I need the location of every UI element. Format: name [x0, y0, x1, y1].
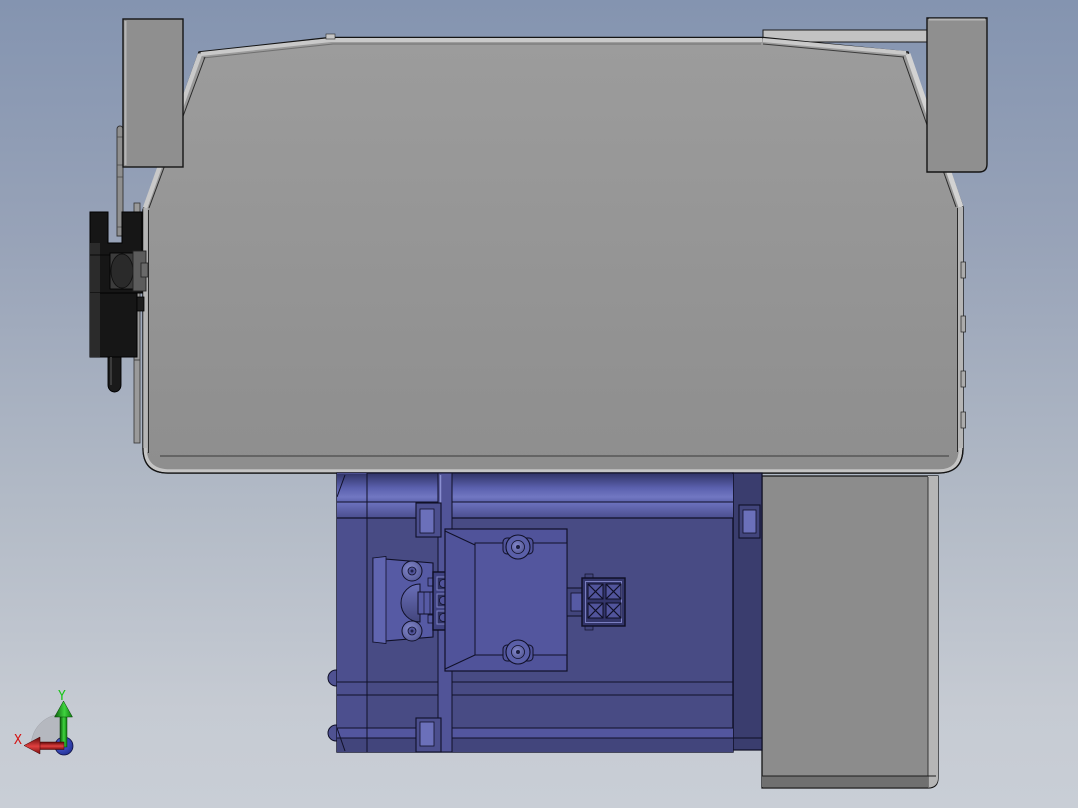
x-axis-label: X	[14, 733, 22, 748]
panel-bottom-band	[762, 776, 928, 787]
main-bracket-silhouette	[142, 36, 964, 474]
fork-facet	[90, 243, 100, 293]
connector-tab-top	[427, 577, 434, 587]
motor-bottom-band-dark	[337, 738, 733, 752]
lower-block-step	[136, 296, 145, 312]
motor-band-top	[337, 474, 733, 502]
plate-screw-top	[401, 560, 423, 582]
plate-screw-bottom	[401, 620, 423, 642]
screw-head	[110, 253, 134, 289]
lower-block-facet	[90, 293, 100, 357]
cad-viewport[interactable]: Y X	[0, 0, 1078, 808]
mounting-clip-right	[738, 504, 761, 539]
connector-tab-bottom	[427, 614, 434, 624]
encoder-plate	[372, 556, 437, 644]
cad-scene: Y X	[14, 17, 988, 789]
y-axis-label: Y	[58, 689, 66, 704]
washer-nub	[140, 262, 149, 278]
panel-edge-highlight	[928, 476, 938, 788]
bottom-pin	[107, 356, 122, 393]
main-bracket-part[interactable]	[142, 33, 966, 474]
left-mounting-tab[interactable]	[122, 18, 184, 168]
origin-triad[interactable]: Y X	[14, 689, 74, 756]
right-mounting-tab[interactable]	[926, 17, 988, 173]
mounting-clip-top	[415, 502, 442, 538]
top-edge-tab	[325, 33, 336, 40]
motor-bottom-band-light	[337, 728, 733, 738]
side-panel[interactable]	[761, 475, 939, 789]
mounting-clip-bottom	[415, 717, 442, 753]
servo-motor[interactable]	[327, 472, 763, 753]
center-cover-plate	[444, 528, 568, 672]
motor-band-second	[337, 502, 733, 518]
signal-bracket-inner	[570, 592, 583, 612]
